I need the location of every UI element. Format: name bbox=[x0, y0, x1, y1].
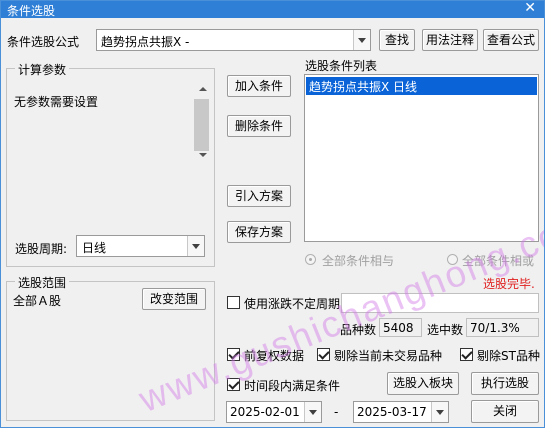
count-label: 品种数 bbox=[340, 323, 377, 337]
list-item[interactable]: 趋势拐点共振X 日线 bbox=[306, 77, 537, 95]
chevron-down-icon[interactable] bbox=[187, 236, 204, 256]
remove-condition-button[interactable]: 删除条件 bbox=[227, 115, 291, 137]
exclude-st-label: 剔除ST品种 bbox=[477, 349, 540, 363]
condition-stock-picker-window: 条件选股 ✕ 条件选股公式 趋势拐点共振X - 查找 用法注释 查看公式 计算参… bbox=[0, 0, 545, 428]
scroll-up-icon[interactable] bbox=[199, 87, 207, 91]
exclude-untraded-checkbox[interactable] bbox=[317, 348, 330, 361]
formula-label: 条件选股公式 bbox=[7, 35, 80, 49]
all-and-radio[interactable] bbox=[305, 254, 316, 265]
formula-select[interactable]: 趋势拐点共振X - bbox=[96, 29, 371, 51]
exclude-st-checkbox[interactable] bbox=[460, 348, 473, 361]
period-select[interactable]: 日线 bbox=[76, 235, 205, 257]
params-scrollbar[interactable] bbox=[193, 81, 210, 161]
scope-value: 全部Ａ股 bbox=[13, 294, 62, 308]
chevron-down-icon[interactable] bbox=[431, 402, 448, 422]
condition-list[interactable]: 趋势拐点共振X 日线 bbox=[304, 74, 539, 242]
chevron-down-icon[interactable] bbox=[304, 402, 321, 422]
date-from-field[interactable]: 2025-02-01 bbox=[226, 401, 322, 423]
period-select-value: 日线 bbox=[82, 241, 107, 255]
all-or-radio[interactable] bbox=[447, 254, 458, 265]
status-text: 选股完毕. bbox=[483, 277, 535, 291]
all-and-label: 全部条件相与 bbox=[322, 254, 395, 268]
formula-select-value: 趋势拐点共振X - bbox=[101, 35, 190, 49]
scroll-down-icon[interactable] bbox=[199, 153, 207, 157]
close-icon[interactable]: ✕ bbox=[524, 1, 536, 16]
save-scheme-button[interactable]: 保存方案 bbox=[227, 221, 291, 243]
import-scheme-button[interactable]: 引入方案 bbox=[227, 185, 291, 207]
chevron-down-icon[interactable] bbox=[353, 30, 370, 50]
hit-label: 选中数 bbox=[427, 323, 464, 337]
period-condition-checkbox[interactable] bbox=[227, 378, 240, 391]
add-condition-button[interactable]: 加入条件 bbox=[227, 75, 291, 97]
volatile-period-checkbox[interactable] bbox=[227, 296, 240, 309]
window-title: 条件选股 bbox=[7, 4, 56, 18]
volatile-period-label: 使用涨跌不定周期 bbox=[244, 297, 341, 311]
date-dash: - bbox=[334, 405, 339, 419]
run-selection-button[interactable]: 执行选股 bbox=[471, 372, 539, 395]
title-bar[interactable]: 条件选股 ✕ bbox=[1, 1, 544, 18]
scope-legend: 选股范围 bbox=[15, 274, 70, 291]
condition-list-title: 选股条件列表 bbox=[305, 59, 378, 73]
calc-params-legend: 计算参数 bbox=[15, 61, 70, 78]
find-button[interactable]: 查找 bbox=[379, 29, 415, 51]
period-label: 选股周期: bbox=[15, 242, 68, 256]
scroll-thumb[interactable] bbox=[194, 99, 209, 151]
to-block-button[interactable]: 选股入板块 bbox=[387, 372, 459, 395]
exclude-untraded-label: 剔除当前未交易品种 bbox=[334, 349, 443, 363]
change-scope-button[interactable]: 改变范围 bbox=[142, 288, 206, 310]
close-button[interactable]: 关闭 bbox=[471, 400, 539, 423]
usage-notes-button[interactable]: 用法注释 bbox=[422, 29, 478, 51]
pre-adjust-label: 前复权数据 bbox=[244, 349, 305, 363]
params-text: 无参数需要设置 bbox=[14, 95, 99, 109]
date-from-value: 2025-02-01 bbox=[230, 405, 300, 419]
all-or-label: 全部条件相或 bbox=[462, 254, 535, 268]
period-condition-label: 时间段内满足条件 bbox=[244, 379, 341, 393]
hit-value: 70/1.3% bbox=[466, 318, 539, 337]
view-formula-button[interactable]: 查看公式 bbox=[483, 29, 539, 51]
count-value: 5408 bbox=[379, 318, 422, 337]
date-to-field[interactable]: 2025-03-17 bbox=[353, 401, 449, 423]
pre-adjust-checkbox[interactable] bbox=[227, 348, 240, 361]
date-to-value: 2025-03-17 bbox=[357, 405, 427, 419]
volatile-period-box bbox=[341, 293, 539, 313]
